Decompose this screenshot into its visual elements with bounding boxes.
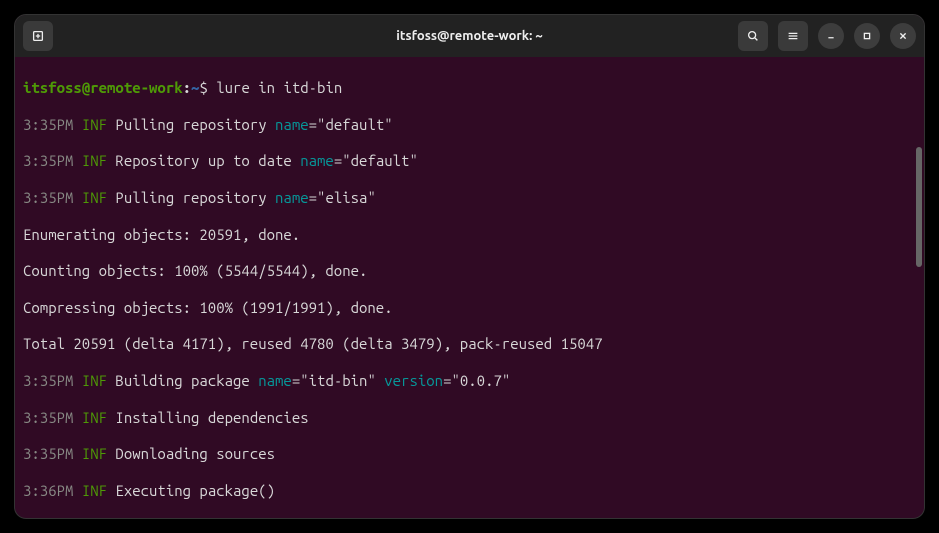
log-text: Pulling repository xyxy=(115,189,275,206)
prompt-at: @ xyxy=(82,79,90,96)
log-time: 3:36PM xyxy=(23,482,82,499)
log-line: Compressing objects: 100% (1991/1991), d… xyxy=(23,299,916,317)
log-level: INF xyxy=(82,445,116,462)
log-line: Enumerating objects: 20591, done. xyxy=(23,226,916,244)
log-eq: = xyxy=(309,116,317,133)
new-tab-button[interactable] xyxy=(23,21,53,51)
log-val: "default" xyxy=(342,152,418,169)
titlebar-right xyxy=(738,21,916,51)
log-line: Total 20591 (delta 4171), reused 4780 (d… xyxy=(23,335,916,353)
prompt-host: remote-work xyxy=(90,79,182,96)
log-line: Counting objects: 100% (5544/5544), done… xyxy=(23,262,916,280)
log-text: Repository up to date xyxy=(115,152,300,169)
log-level: INF xyxy=(82,482,116,499)
log-time: 3:35PM xyxy=(23,152,82,169)
log-time: 3:35PM xyxy=(23,189,82,206)
titlebar-left xyxy=(23,21,53,51)
log-line: 3:35PM INF Pulling repository name="elis… xyxy=(23,189,916,207)
log-val: "0.0.7" xyxy=(451,372,510,389)
log-level: INF xyxy=(82,152,116,169)
scrollbar-thumb[interactable] xyxy=(916,147,922,267)
log-key: version xyxy=(384,372,443,389)
maximize-button[interactable] xyxy=(854,23,880,49)
log-text: Pulling repository xyxy=(115,116,275,133)
log-text: Installing dependencies xyxy=(115,409,308,426)
log-line: 3:36PM INF Executing package() xyxy=(23,482,916,500)
log-level: INF xyxy=(82,409,116,426)
terminal-window: itsfoss@remote-work: ~ itsfoss@remote-wo… xyxy=(14,14,925,519)
log-line: 3:35PM INF Pulling repository name="defa… xyxy=(23,116,916,134)
prompt-dollar: $ xyxy=(199,79,216,96)
log-text: Executing package() xyxy=(115,482,275,499)
log-time: 3:35PM xyxy=(23,372,82,389)
prompt-user: itsfoss xyxy=(23,79,82,96)
search-button[interactable] xyxy=(738,21,768,51)
prompt-colon: : xyxy=(183,79,191,96)
terminal-content[interactable]: itsfoss@remote-work:~$ lure in itd-bin 3… xyxy=(15,57,924,518)
log-text: Downloading sources xyxy=(115,445,275,462)
log-line: 3:35PM INF Repository up to date name="d… xyxy=(23,152,916,170)
log-val: "elisa" xyxy=(317,189,376,206)
log-val: "itd-bin" xyxy=(300,372,384,389)
log-level: INF xyxy=(82,372,116,389)
log-key: name xyxy=(275,189,309,206)
log-key: name xyxy=(258,372,292,389)
log-line: 3:35PM INF Building package name="itd-bi… xyxy=(23,372,916,390)
command-text: lure in itd-bin xyxy=(216,79,342,96)
window-title: itsfoss@remote-work: ~ xyxy=(396,29,543,43)
log-time: 3:35PM xyxy=(23,409,82,426)
close-button[interactable] xyxy=(890,23,916,49)
log-eq: = xyxy=(334,152,342,169)
menu-button[interactable] xyxy=(778,21,808,51)
log-key: name xyxy=(300,152,334,169)
log-time: 3:35PM xyxy=(23,445,82,462)
prompt-line: itsfoss@remote-work:~$ lure in itd-bin xyxy=(23,79,916,97)
log-time: 3:35PM xyxy=(23,116,82,133)
log-val: "default" xyxy=(317,116,393,133)
log-level: INF xyxy=(82,116,116,133)
log-line: 3:35PM INF Installing dependencies xyxy=(23,409,916,427)
log-line: 3:35PM INF Downloading sources xyxy=(23,445,916,463)
minimize-button[interactable] xyxy=(818,23,844,49)
log-key: name xyxy=(275,116,309,133)
log-text: Building package xyxy=(115,372,258,389)
log-eq: = xyxy=(309,189,317,206)
log-level: INF xyxy=(82,189,116,206)
titlebar: itsfoss@remote-work: ~ xyxy=(15,15,924,57)
